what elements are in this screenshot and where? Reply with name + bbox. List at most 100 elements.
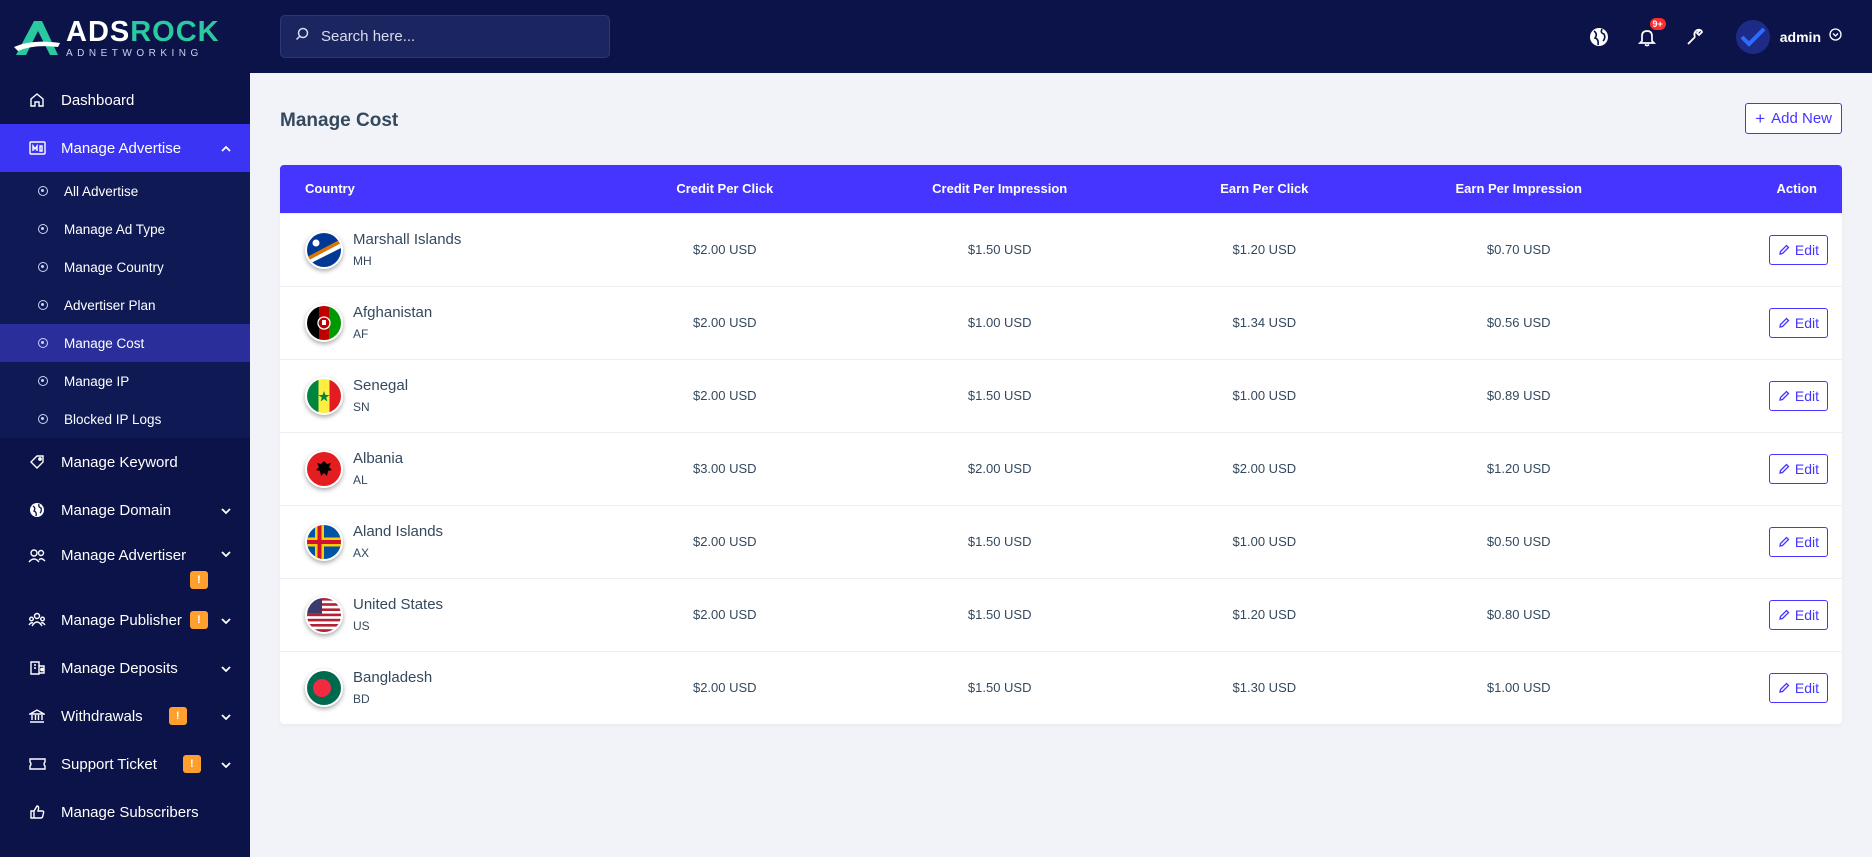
- wrench-icon[interactable]: [1682, 24, 1708, 50]
- sidebar-subitem-all-advertise[interactable]: All Advertise: [0, 172, 250, 210]
- globe-icon: [28, 501, 46, 519]
- column-header-country: Country: [305, 181, 355, 197]
- sidebar-item-manage-advertise[interactable]: Manage Advertise: [0, 124, 250, 172]
- earn-per-click-cell: $1.00 USD: [1232, 388, 1297, 403]
- credit-per-click-cell: $2.00 USD: [692, 607, 757, 622]
- edit-button[interactable]: Edit: [1768, 380, 1828, 411]
- credit-per-click-cell: $3.00 USD: [692, 461, 757, 476]
- table-row: Marshall Islands MH $2.00 USD $1.50 USD …: [280, 213, 1842, 286]
- logo-icon: [12, 17, 62, 59]
- sidebar-item-label: Manage Subscribers: [61, 803, 199, 821]
- sidebar-item-withdrawals[interactable]: Withdrawals !: [0, 692, 250, 740]
- country-code: AL: [353, 473, 368, 487]
- sidebar-subitem-label: Manage Ad Type: [64, 221, 166, 237]
- flag-marshall-islands-icon: [305, 230, 343, 269]
- flag-bangladesh-icon: [305, 668, 343, 707]
- sidebar-subitem-manage-ad-type[interactable]: Manage Ad Type: [0, 210, 250, 248]
- sidebar-subitem-manage-ip[interactable]: Manage IP: [0, 362, 250, 400]
- sidebar-item-label: Dashboard: [61, 91, 135, 109]
- country-code: MH: [353, 254, 372, 268]
- earn-per-impression-cell: $0.50 USD: [1486, 534, 1551, 549]
- chevron-down-circle-icon: [1829, 27, 1842, 46]
- earn-per-click-cell: $1.20 USD: [1232, 607, 1297, 622]
- publisher-icon: [28, 611, 46, 629]
- edit-label: Edit: [1794, 533, 1819, 550]
- thumbs-up-icon: [28, 803, 46, 821]
- country-code: AF: [353, 327, 369, 341]
- cost-table: Country Credit Per Click Credit Per Impr…: [280, 165, 1842, 724]
- user-menu[interactable]: admin: [1735, 19, 1842, 54]
- brand-logo[interactable]: ADSROCK ADNETWORKING: [0, 0, 250, 76]
- circle-dot-icon: [38, 376, 48, 386]
- edit-button[interactable]: Edit: [1768, 307, 1828, 338]
- home-icon: [28, 91, 46, 109]
- sidebar-item-label: Manage Deposits: [61, 659, 178, 677]
- avatar: [1735, 19, 1770, 54]
- credit-per-impression-cell: $1.50 USD: [967, 607, 1032, 622]
- table-row: United States US $2.00 USD $1.50 USD $1.…: [280, 578, 1842, 651]
- country-name: Albania: [353, 450, 404, 467]
- sidebar-subitem-advertiser-plan[interactable]: Advertiser Plan: [0, 286, 250, 324]
- sidebar-subitem-blocked-ip-logs[interactable]: Blocked IP Logs: [0, 400, 250, 438]
- add-new-label: Add New: [1771, 110, 1832, 127]
- sidebar-item-manage-advertiser[interactable]: Manage Advertiser !: [0, 534, 250, 596]
- earn-per-click-cell: $1.30 USD: [1232, 680, 1297, 696]
- page-title: Manage Cost: [280, 110, 399, 131]
- earn-per-impression-cell: $0.70 USD: [1486, 242, 1551, 257]
- globe-icon[interactable]: [1586, 24, 1612, 50]
- sidebar-item-support-ticket[interactable]: Support Ticket !: [0, 740, 250, 788]
- edit-label: Edit: [1794, 387, 1819, 404]
- search-icon: [295, 27, 309, 46]
- sidebar-subitem-label: Advertiser Plan: [64, 297, 156, 313]
- sidebar-subitem-manage-cost[interactable]: Manage Cost: [0, 324, 250, 362]
- sidebar-item-manage-keyword[interactable]: Manage Keyword: [0, 438, 250, 486]
- tag-icon: [28, 453, 46, 471]
- search-input[interactable]: [321, 28, 591, 45]
- sidebar-item-dashboard[interactable]: Dashboard: [0, 76, 250, 124]
- search-box[interactable]: [280, 15, 610, 58]
- chevron-down-icon: [220, 547, 232, 559]
- column-header-earn-per-impression: Earn Per Impression: [1455, 181, 1582, 197]
- sidebar-subitem-label: Manage IP: [64, 373, 130, 389]
- bank-icon: [28, 707, 46, 725]
- flag-united-states-icon: [305, 595, 343, 634]
- chevron-down-icon: [220, 614, 232, 626]
- edit-button[interactable]: Edit: [1768, 453, 1828, 484]
- edit-label: Edit: [1794, 314, 1819, 331]
- country-name: Senegal: [353, 377, 409, 394]
- credit-per-impression-cell: $2.00 USD: [967, 461, 1032, 476]
- username: admin: [1779, 28, 1821, 45]
- table-row: Bangladesh BD $2.00 USD $1.50 USD $1.30 …: [280, 651, 1842, 724]
- edit-button[interactable]: Edit: [1768, 526, 1828, 557]
- pencil-icon: [1779, 390, 1790, 401]
- earn-per-click-cell: $1.34 USD: [1232, 315, 1297, 330]
- advertise-submenu: All Advertise Manage Ad Type Manage Coun…: [0, 172, 250, 438]
- edit-button[interactable]: Edit: [1768, 672, 1828, 703]
- earn-per-impression-cell: $1.20 USD: [1486, 461, 1551, 476]
- country-code: AX: [353, 546, 370, 560]
- sidebar-item-manage-deposits[interactable]: Manage Deposits: [0, 644, 250, 692]
- edit-button[interactable]: Edit: [1768, 599, 1828, 630]
- add-new-button[interactable]: + Add New: [1745, 103, 1842, 134]
- edit-button[interactable]: Edit: [1768, 234, 1828, 265]
- country-name: Bangladesh: [353, 669, 433, 687]
- circle-dot-icon: [38, 338, 48, 348]
- topbar: 9+ admin: [250, 0, 1872, 73]
- flag-senegal-icon: [305, 376, 343, 415]
- bell-icon[interactable]: 9+: [1634, 17, 1666, 50]
- alert-badge: !: [182, 755, 201, 773]
- country-name: Marshall Islands: [353, 231, 462, 248]
- country-code: US: [353, 619, 370, 633]
- circle-dot-icon: [38, 300, 48, 310]
- credit-per-impression-cell: $1.50 USD: [967, 534, 1032, 549]
- sidebar-item-manage-subscribers[interactable]: Manage Subscribers: [0, 788, 250, 836]
- circle-dot-icon: [38, 186, 48, 196]
- sidebar-item-label: Manage Publisher: [61, 611, 182, 629]
- sidebar-item-label: Support Ticket: [61, 755, 157, 773]
- sidebar-subitem-manage-country[interactable]: Manage Country: [0, 248, 250, 286]
- sidebar-item-manage-domain[interactable]: Manage Domain: [0, 486, 250, 534]
- country-name: Aland Islands: [353, 523, 444, 540]
- chevron-down-icon: [220, 662, 232, 674]
- sidebar-item-manage-publisher[interactable]: Manage Publisher !: [0, 596, 250, 644]
- country-name: United States: [353, 596, 444, 613]
